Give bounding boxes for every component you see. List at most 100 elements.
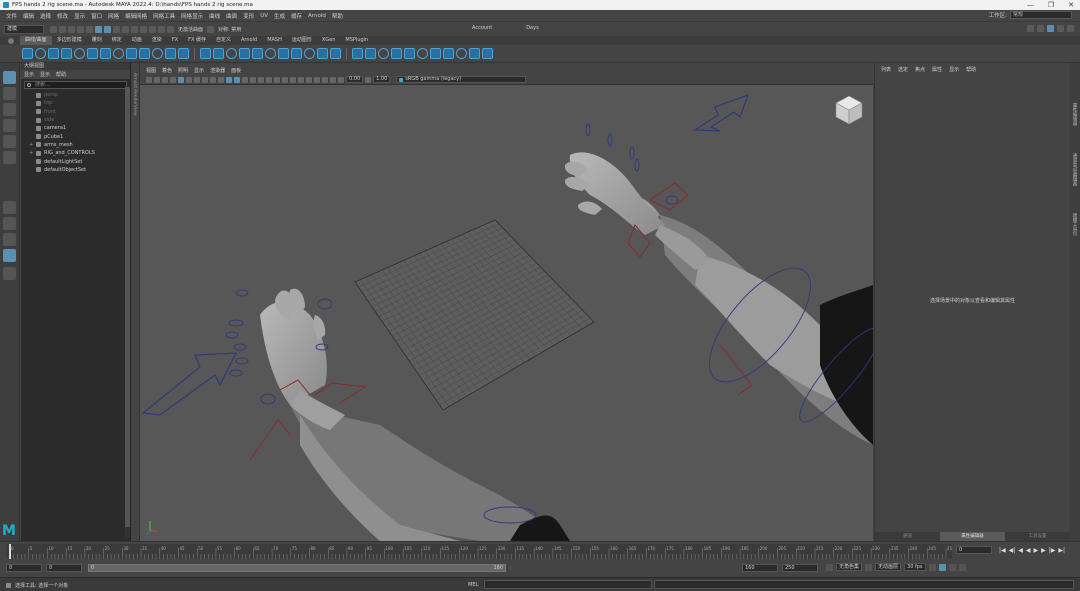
attribute-menu-item[interactable]: 列表 <box>881 66 891 73</box>
ik-control-arrow-left[interactable] <box>141 352 237 416</box>
outliner-menu-help[interactable]: 帮助 <box>56 71 66 78</box>
outliner-menu-display[interactable]: 显示 <box>24 71 34 78</box>
save-scene-icon[interactable] <box>68 25 75 33</box>
detach-curve-icon[interactable] <box>126 48 137 59</box>
snap-curve-icon[interactable] <box>131 25 138 33</box>
layout-icon[interactable] <box>3 249 16 262</box>
outliner-item[interactable]: + arms_mesh <box>21 141 130 149</box>
field-chart-icon[interactable] <box>210 76 216 83</box>
shelf-tab[interactable]: 雕刻 <box>87 36 107 45</box>
play-backwards-button[interactable]: ◀ <box>1026 547 1031 554</box>
shelf-tab[interactable]: 曲线/曲面 <box>20 36 52 45</box>
outliner-item[interactable]: top <box>21 99 130 107</box>
attribute-tab[interactable]: 属性编辑器 <box>940 532 1005 541</box>
image-plane-icon[interactable] <box>170 76 176 83</box>
loop-icon[interactable] <box>928 563 936 571</box>
symmetry-icon[interactable] <box>207 25 215 33</box>
time-slider[interactable]: 0 5 10 15 20 25 30 35 40 45 50 55 60 65 70 75 80 85 90 95 10… <box>0 541 1080 561</box>
colorspace-dropdown[interactable]: sRGB gamma (legacy) <box>396 76 527 83</box>
anim-layer-icon[interactable] <box>865 563 873 571</box>
film-gate-icon[interactable] <box>186 76 192 83</box>
shelf-tab[interactable]: 动画 <box>127 36 147 45</box>
bookmark-icon[interactable] <box>162 76 168 83</box>
curve-ep-icon[interactable] <box>61 48 72 59</box>
persp-outliner-icon[interactable] <box>3 233 16 246</box>
menu-item[interactable]: Arnold <box>308 13 326 19</box>
anti-alias-icon[interactable] <box>290 76 296 83</box>
exposure-field[interactable]: 0.00 <box>346 76 364 83</box>
attribute-editor-toggle-icon[interactable] <box>1047 25 1054 32</box>
anim-layer-dropdown[interactable]: 无动画层 <box>875 563 902 571</box>
ik-control-arrow-right[interactable] <box>693 93 750 132</box>
menu-item[interactable]: 编辑 <box>23 12 34 20</box>
detach-surface-icon[interactable] <box>365 48 376 59</box>
select-tool-icon[interactable] <box>3 71 16 84</box>
shadows-icon[interactable] <box>266 76 272 83</box>
auto-keyframe-toggle-icon[interactable] <box>938 563 946 571</box>
shelf-tab[interactable]: MSPlugin <box>340 36 373 45</box>
channel-box-toggle-icon[interactable] <box>1057 25 1064 32</box>
nurbs-cylinder-icon[interactable] <box>226 48 237 59</box>
extend-curve-icon[interactable] <box>165 48 176 59</box>
character-set-dropdown[interactable]: 无角色集 <box>836 563 863 571</box>
workspace-dropdown[interactable]: 常规 <box>1010 11 1072 19</box>
rebuild-surface-icon[interactable] <box>430 48 441 59</box>
open-close-icon[interactable] <box>391 48 402 59</box>
nurbs-torus-icon[interactable] <box>265 48 276 59</box>
scene-start-field[interactable]: 0 <box>6 564 42 572</box>
wireframe-icon[interactable] <box>226 76 232 83</box>
scale-tool-icon[interactable] <box>3 151 16 164</box>
select-camera-icon[interactable] <box>146 76 152 83</box>
xray-icon[interactable] <box>314 76 320 83</box>
attribute-menu-item[interactable]: 属性 <box>932 66 942 73</box>
scene-end-field[interactable]: 250 <box>782 564 818 572</box>
lasso-tool-icon[interactable] <box>3 87 16 100</box>
attach-surface-icon[interactable] <box>352 48 363 59</box>
outliner-item[interactable]: persp <box>21 91 130 99</box>
grid-toggle-icon[interactable] <box>178 76 184 83</box>
shelf-tab[interactable]: 渲染 <box>147 36 167 45</box>
planar-icon[interactable] <box>304 48 315 59</box>
menu-item[interactable]: 帮助 <box>332 12 343 20</box>
nurbs-cube-icon[interactable] <box>213 48 224 59</box>
new-scene-icon[interactable] <box>50 25 57 33</box>
live-surface-label[interactable]: 无激活曲面 <box>178 26 203 33</box>
menu-item[interactable]: 曲线 <box>209 12 220 20</box>
arc-icon[interactable] <box>100 48 111 59</box>
gamma-icon[interactable] <box>365 76 372 83</box>
extend-surface-icon[interactable] <box>417 48 428 59</box>
loft-icon[interactable] <box>291 48 302 59</box>
expand-icon[interactable]: + <box>29 142 33 148</box>
right-arm-mesh[interactable] <box>564 152 873 445</box>
exposure-icon[interactable] <box>338 76 344 83</box>
outliner-item[interactable]: pCube1 <box>21 132 130 140</box>
outliner-item[interactable]: front <box>21 108 130 116</box>
reverse-curve-icon[interactable] <box>152 48 163 59</box>
attach-curve-icon[interactable] <box>113 48 124 59</box>
outliner-item[interactable]: + RIG_and_CONTROLS <box>21 149 130 157</box>
rebuild-curve-icon[interactable] <box>139 48 150 59</box>
textured-icon[interactable] <box>250 76 256 83</box>
xray-joints-icon[interactable] <box>322 76 328 83</box>
render-icon[interactable] <box>167 25 174 33</box>
arnold-renderview-tab[interactable]: Arnold RenderView <box>131 63 140 541</box>
go-to-end-button[interactable]: ▶| <box>1058 547 1065 554</box>
attribute-menu-item[interactable]: 选定 <box>898 66 908 73</box>
attribute-menu-item[interactable]: 焦点 <box>915 66 925 73</box>
sculpt-icon[interactable] <box>456 48 467 59</box>
isolate-select-icon[interactable] <box>306 76 312 83</box>
3d-viewport[interactable] <box>140 85 873 541</box>
menuset-dropdown[interactable]: 建模 <box>4 24 44 34</box>
safe-action-icon[interactable] <box>218 76 224 83</box>
single-view-icon[interactable] <box>3 201 16 214</box>
shelf-tab[interactable]: Arnold <box>236 36 262 45</box>
paint-select-icon[interactable] <box>3 103 16 116</box>
gate-mask-icon[interactable] <box>202 76 208 83</box>
menu-item[interactable]: 窗口 <box>91 12 102 20</box>
menu-item[interactable]: 编辑网格 <box>125 12 147 20</box>
menu-item[interactable]: 曲面 <box>226 12 237 20</box>
anim-end-field[interactable]: 160 <box>742 564 778 572</box>
side-tab-modeling-toolkit[interactable]: 建模工具包 <box>1071 213 1077 236</box>
gear-icon[interactable] <box>1027 25 1034 32</box>
fps-dropdown[interactable]: 30 fps <box>904 563 926 571</box>
